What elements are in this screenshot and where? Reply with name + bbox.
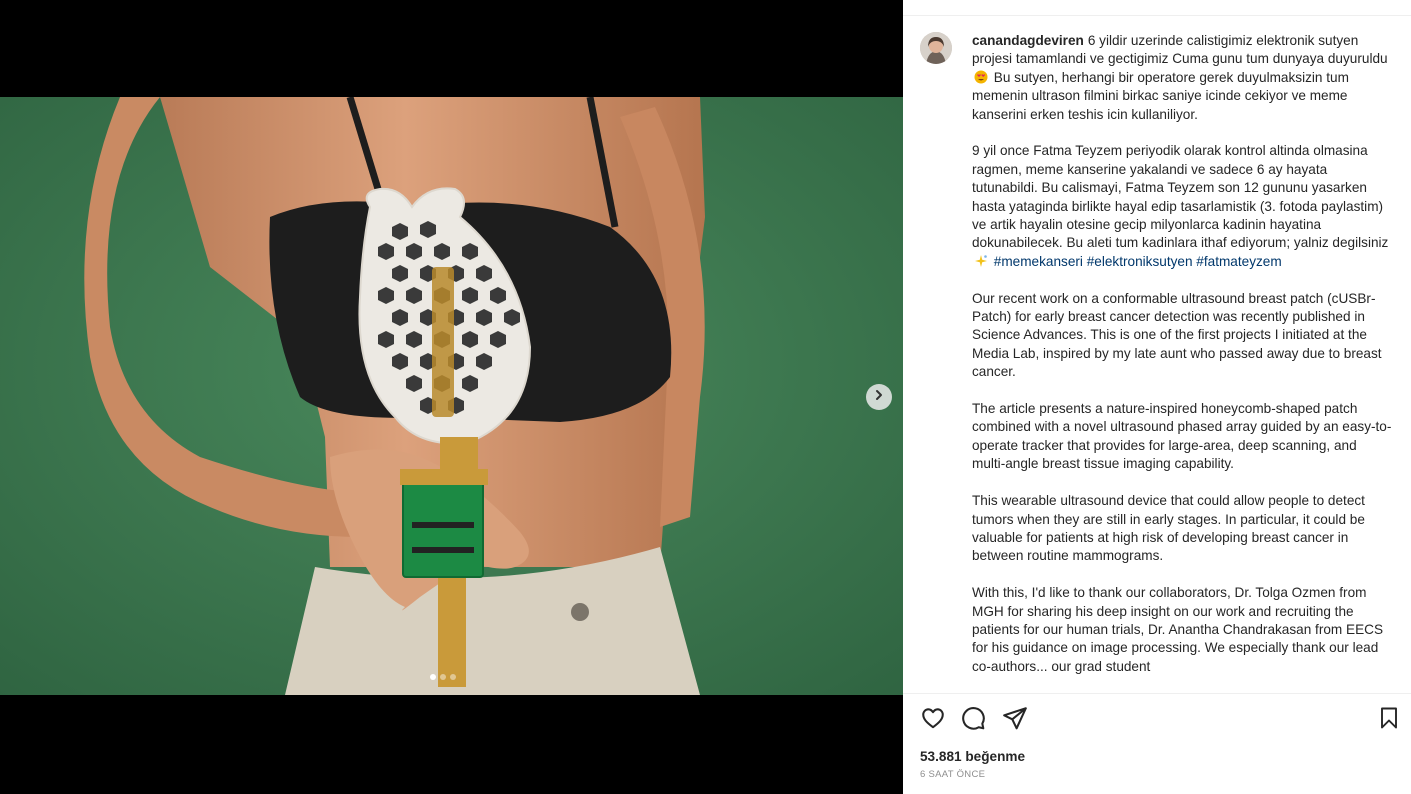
caption-paragraph: The article presents a nature-inspired h… bbox=[972, 401, 1392, 472]
comment-icon bbox=[960, 705, 986, 736]
carousel-dot[interactable] bbox=[440, 674, 446, 680]
bookmark-icon bbox=[1377, 706, 1401, 735]
carousel-dot[interactable] bbox=[430, 674, 436, 680]
post-photo[interactable] bbox=[0, 97, 903, 695]
caption-scroll-area[interactable]: canandagdeviren 6 yildir uzerinde calisti… bbox=[903, 16, 1411, 693]
comment-button[interactable] bbox=[959, 706, 987, 734]
chevron-right-icon bbox=[873, 388, 885, 406]
caption-paragraph: canandagdeviren 6 yildir uzerinde calisti… bbox=[972, 33, 1388, 122]
next-slide-button[interactable] bbox=[866, 384, 892, 410]
hashtag-link[interactable]: #elektroniksutyen bbox=[1087, 254, 1193, 269]
username-link[interactable]: canandagdeviren bbox=[972, 33, 1084, 48]
hashtag-link[interactable]: #memekanseri bbox=[994, 254, 1083, 269]
caption-paragraph: 9 yil once Fatma Teyzem periyodik olarak… bbox=[972, 143, 1389, 269]
save-button[interactable] bbox=[1375, 706, 1403, 734]
post-timestamp[interactable]: 6 SAAT ÖNCE bbox=[920, 769, 985, 780]
caption-paragraph: With this, I'd like to thank our collabo… bbox=[972, 585, 1384, 674]
carousel-dots bbox=[430, 674, 456, 680]
photo-illustration bbox=[0, 97, 903, 695]
like-button[interactable] bbox=[919, 706, 947, 734]
sparkles-emoji bbox=[974, 254, 988, 268]
heart-eyes-emoji bbox=[974, 70, 988, 84]
avatar[interactable] bbox=[920, 32, 952, 64]
share-icon bbox=[1002, 705, 1028, 736]
caption-paragraph: Our recent work on a conformable ultraso… bbox=[972, 290, 1382, 380]
post-side-panel: canandagdeviren 6 yildir uzerinde calisti… bbox=[903, 0, 1411, 794]
post-caption: canandagdeviren 6 yildir uzerinde calisti… bbox=[972, 32, 1392, 693]
carousel-dot[interactable] bbox=[450, 674, 456, 680]
heart-icon bbox=[920, 705, 946, 736]
post-media bbox=[0, 0, 903, 794]
share-button[interactable] bbox=[1001, 706, 1029, 734]
divider bbox=[903, 693, 1411, 694]
caption-paragraph: This wearable ultrasound device that cou… bbox=[972, 493, 1365, 564]
like-count[interactable]: 53.881 beğenme bbox=[920, 749, 1025, 764]
hashtag-link[interactable]: #fatmateyzem bbox=[1196, 254, 1281, 269]
